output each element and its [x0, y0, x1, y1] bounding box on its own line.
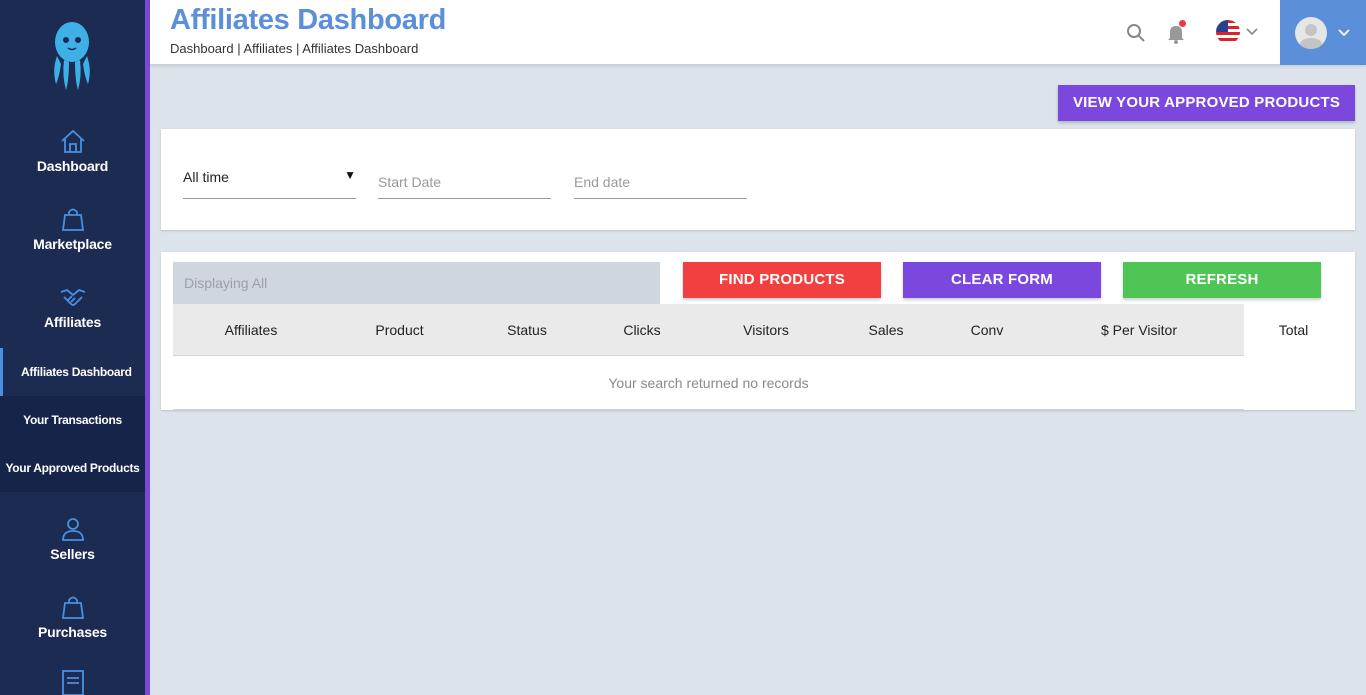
- affiliates-submenu: Affiliates Dashboard Your Transactions Y…: [0, 348, 145, 492]
- us-flag-icon[interactable]: [1216, 20, 1240, 44]
- users-icon: [61, 518, 84, 541]
- period-select[interactable]: All time ▼: [183, 162, 356, 199]
- column-header-conv[interactable]: Conv: [940, 304, 1034, 356]
- end-date-input[interactable]: [574, 162, 747, 199]
- nav-marketplace[interactable]: Marketplace: [0, 204, 145, 252]
- shopping-bag-icon: [61, 208, 84, 231]
- nav-marketplace-label: Marketplace: [33, 236, 112, 252]
- empty-state-message: Your search returned no records: [173, 356, 1244, 410]
- nav-dashboard-label: Dashboard: [36, 158, 109, 174]
- user-menu[interactable]: [1280, 0, 1366, 65]
- nav-sellers[interactable]: Sellers: [0, 514, 145, 562]
- nav-reports[interactable]: [0, 668, 145, 695]
- column-header-product[interactable]: Product: [329, 304, 470, 356]
- chevron-down-icon: [1338, 29, 1350, 37]
- view-approved-products-button[interactable]: VIEW YOUR APPROVED PRODUCTS: [1058, 85, 1355, 121]
- table-header: Affiliates Product Status Clicks Visitor…: [173, 304, 1244, 356]
- filter-card: All time ▼: [161, 129, 1355, 230]
- column-header-clicks[interactable]: Clicks: [584, 304, 700, 356]
- results-card: Displaying All FIND PRODUCTS CLEAR FORM …: [161, 252, 1355, 410]
- column-header-affiliates[interactable]: Affiliates: [173, 304, 329, 356]
- home-icon: [60, 129, 85, 153]
- notification-dot: [1179, 20, 1186, 27]
- octopus-logo[interactable]: [50, 20, 94, 92]
- dropdown-arrow-icon: ▼: [344, 168, 356, 182]
- column-header-per-visitor[interactable]: $ Per Visitor: [1034, 304, 1244, 356]
- start-date-input[interactable]: [378, 162, 551, 199]
- chevron-down-icon[interactable]: [1246, 28, 1258, 36]
- nav-dashboard[interactable]: Dashboard: [0, 126, 145, 174]
- breadcrumb: Dashboard | Affiliates | Affiliates Dash…: [170, 41, 419, 56]
- column-header-sales[interactable]: Sales: [832, 304, 940, 356]
- column-header-total[interactable]: Total: [1244, 304, 1343, 356]
- submenu-your-transactions[interactable]: Your Transactions: [0, 396, 145, 444]
- search-icon[interactable]: [1126, 23, 1146, 43]
- submenu-your-approved-products[interactable]: Your Approved Products: [0, 444, 145, 492]
- sidebar: Dashboard Marketplace Affiliates Affilia…: [0, 0, 150, 695]
- nav-affiliates-label: Affiliates: [43, 314, 102, 330]
- refresh-button[interactable]: REFRESH: [1123, 262, 1321, 298]
- avatar: [1295, 17, 1327, 49]
- nav-affiliates[interactable]: Affiliates: [0, 282, 145, 330]
- nav-purchases[interactable]: Purchases: [0, 592, 145, 640]
- submenu-affiliates-dashboard[interactable]: Affiliates Dashboard: [0, 348, 145, 396]
- column-header-visitors[interactable]: Visitors: [700, 304, 832, 356]
- page-title: Affiliates Dashboard: [170, 4, 446, 36]
- find-products-button[interactable]: FIND PRODUCTS: [683, 262, 881, 298]
- shopping-bag-icon: [61, 596, 84, 619]
- clear-form-button[interactable]: CLEAR FORM: [903, 262, 1101, 298]
- document-icon: [61, 670, 84, 695]
- nav-sellers-label: Sellers: [50, 546, 95, 562]
- top-header: Affiliates Dashboard Dashboard | Affilia…: [150, 0, 1366, 65]
- period-select-value: All time: [183, 169, 229, 185]
- nav-purchases-label: Purchases: [37, 624, 108, 640]
- displaying-status: Displaying All: [173, 262, 660, 304]
- column-header-status[interactable]: Status: [470, 304, 584, 356]
- handshake-icon: [60, 288, 85, 306]
